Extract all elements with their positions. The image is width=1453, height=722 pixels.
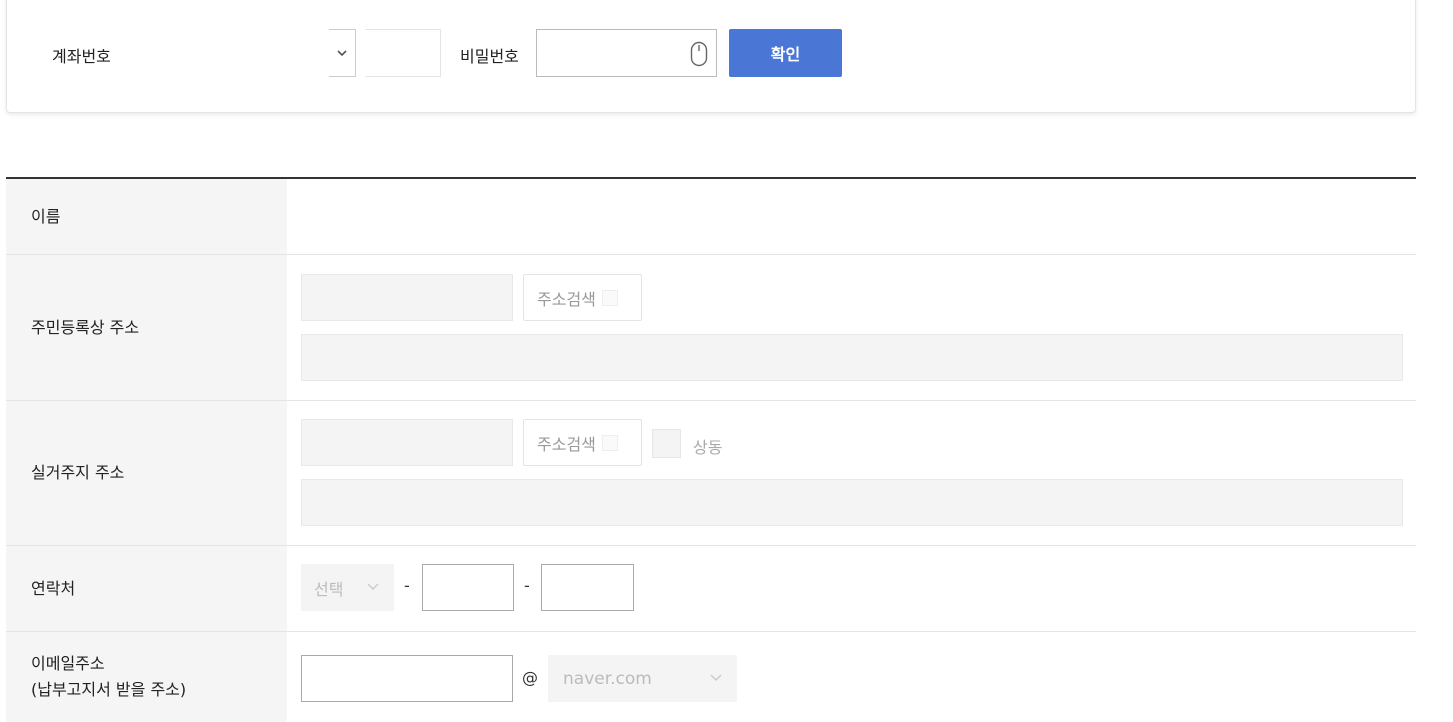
phone-dash: - xyxy=(404,576,410,595)
real-zip-input[interactable] xyxy=(301,419,513,466)
confirm-button[interactable]: 확인 xyxy=(729,29,842,77)
password-input[interactable] xyxy=(536,29,717,77)
email-row: 이메일주소 (납부고지서 받을 주소) @ naver.com xyxy=(6,632,1416,722)
chevron-down-icon xyxy=(367,583,379,591)
real-address-search-button[interactable]: 주소검색 xyxy=(523,419,642,466)
email-domain-value: naver.com xyxy=(563,668,652,689)
info-form-table: 이름 주민등록상 주소 주소검색 실거주지 주소 주소검색 상동 연락처 선택 … xyxy=(6,177,1416,722)
chevron-down-icon xyxy=(710,674,722,682)
phone-select-value: 선택 xyxy=(314,579,344,599)
mouse-icon[interactable] xyxy=(690,41,708,67)
popup-icon xyxy=(601,289,618,306)
email-domain-select[interactable]: naver.com xyxy=(548,655,737,702)
real-address-cell: 주소검색 상동 xyxy=(287,401,1416,545)
phone-cell: 선택 - - xyxy=(287,546,1416,631)
real-address-row: 실거주지 주소 주소검색 상동 xyxy=(6,401,1416,546)
real-address-label: 실거주지 주소 xyxy=(6,401,287,545)
same-address-checkbox[interactable] xyxy=(652,429,681,458)
popup-icon xyxy=(601,434,618,451)
resident-address-detail-input[interactable] xyxy=(301,334,1403,381)
account-number-label: 계좌번호 xyxy=(52,47,111,66)
account-panel: 계좌번호 비밀번호 확인 xyxy=(6,0,1416,113)
search-button-label: 주소검색 xyxy=(537,289,596,309)
chevron-down-icon xyxy=(337,50,347,57)
phone-label: 연락처 xyxy=(6,546,287,631)
phone-middle-input[interactable] xyxy=(422,564,514,611)
same-address-label: 상동 xyxy=(693,438,723,457)
email-cell: @ naver.com xyxy=(287,632,1416,722)
name-label: 이름 xyxy=(6,179,287,254)
phone-row: 연락처 선택 - - xyxy=(6,546,1416,632)
name-row: 이름 xyxy=(6,179,1416,255)
name-value xyxy=(287,179,1416,254)
resident-zip-input[interactable] xyxy=(301,274,513,321)
real-address-detail-input[interactable] xyxy=(301,479,1403,526)
account-number-input[interactable] xyxy=(365,29,441,77)
resident-address-row: 주민등록상 주소 주소검색 xyxy=(6,255,1416,401)
resident-address-label: 주민등록상 주소 xyxy=(6,255,287,400)
resident-address-search-button[interactable]: 주소검색 xyxy=(523,274,642,321)
phone-last-input[interactable] xyxy=(541,564,634,611)
search-button-label: 주소검색 xyxy=(537,434,596,454)
phone-dash: - xyxy=(524,576,530,595)
email-label: 이메일주소 (납부고지서 받을 주소) xyxy=(6,632,287,722)
phone-prefix-select[interactable]: 선택 xyxy=(301,564,394,611)
resident-address-cell: 주소검색 xyxy=(287,255,1416,400)
email-label-line1: 이메일주소 xyxy=(31,654,105,673)
email-label-line2: (납부고지서 받을 주소) xyxy=(31,680,187,699)
email-id-input[interactable] xyxy=(301,655,513,702)
account-select[interactable] xyxy=(329,29,356,77)
email-at-sign: @ xyxy=(522,668,538,687)
password-label: 비밀번호 xyxy=(460,47,519,66)
